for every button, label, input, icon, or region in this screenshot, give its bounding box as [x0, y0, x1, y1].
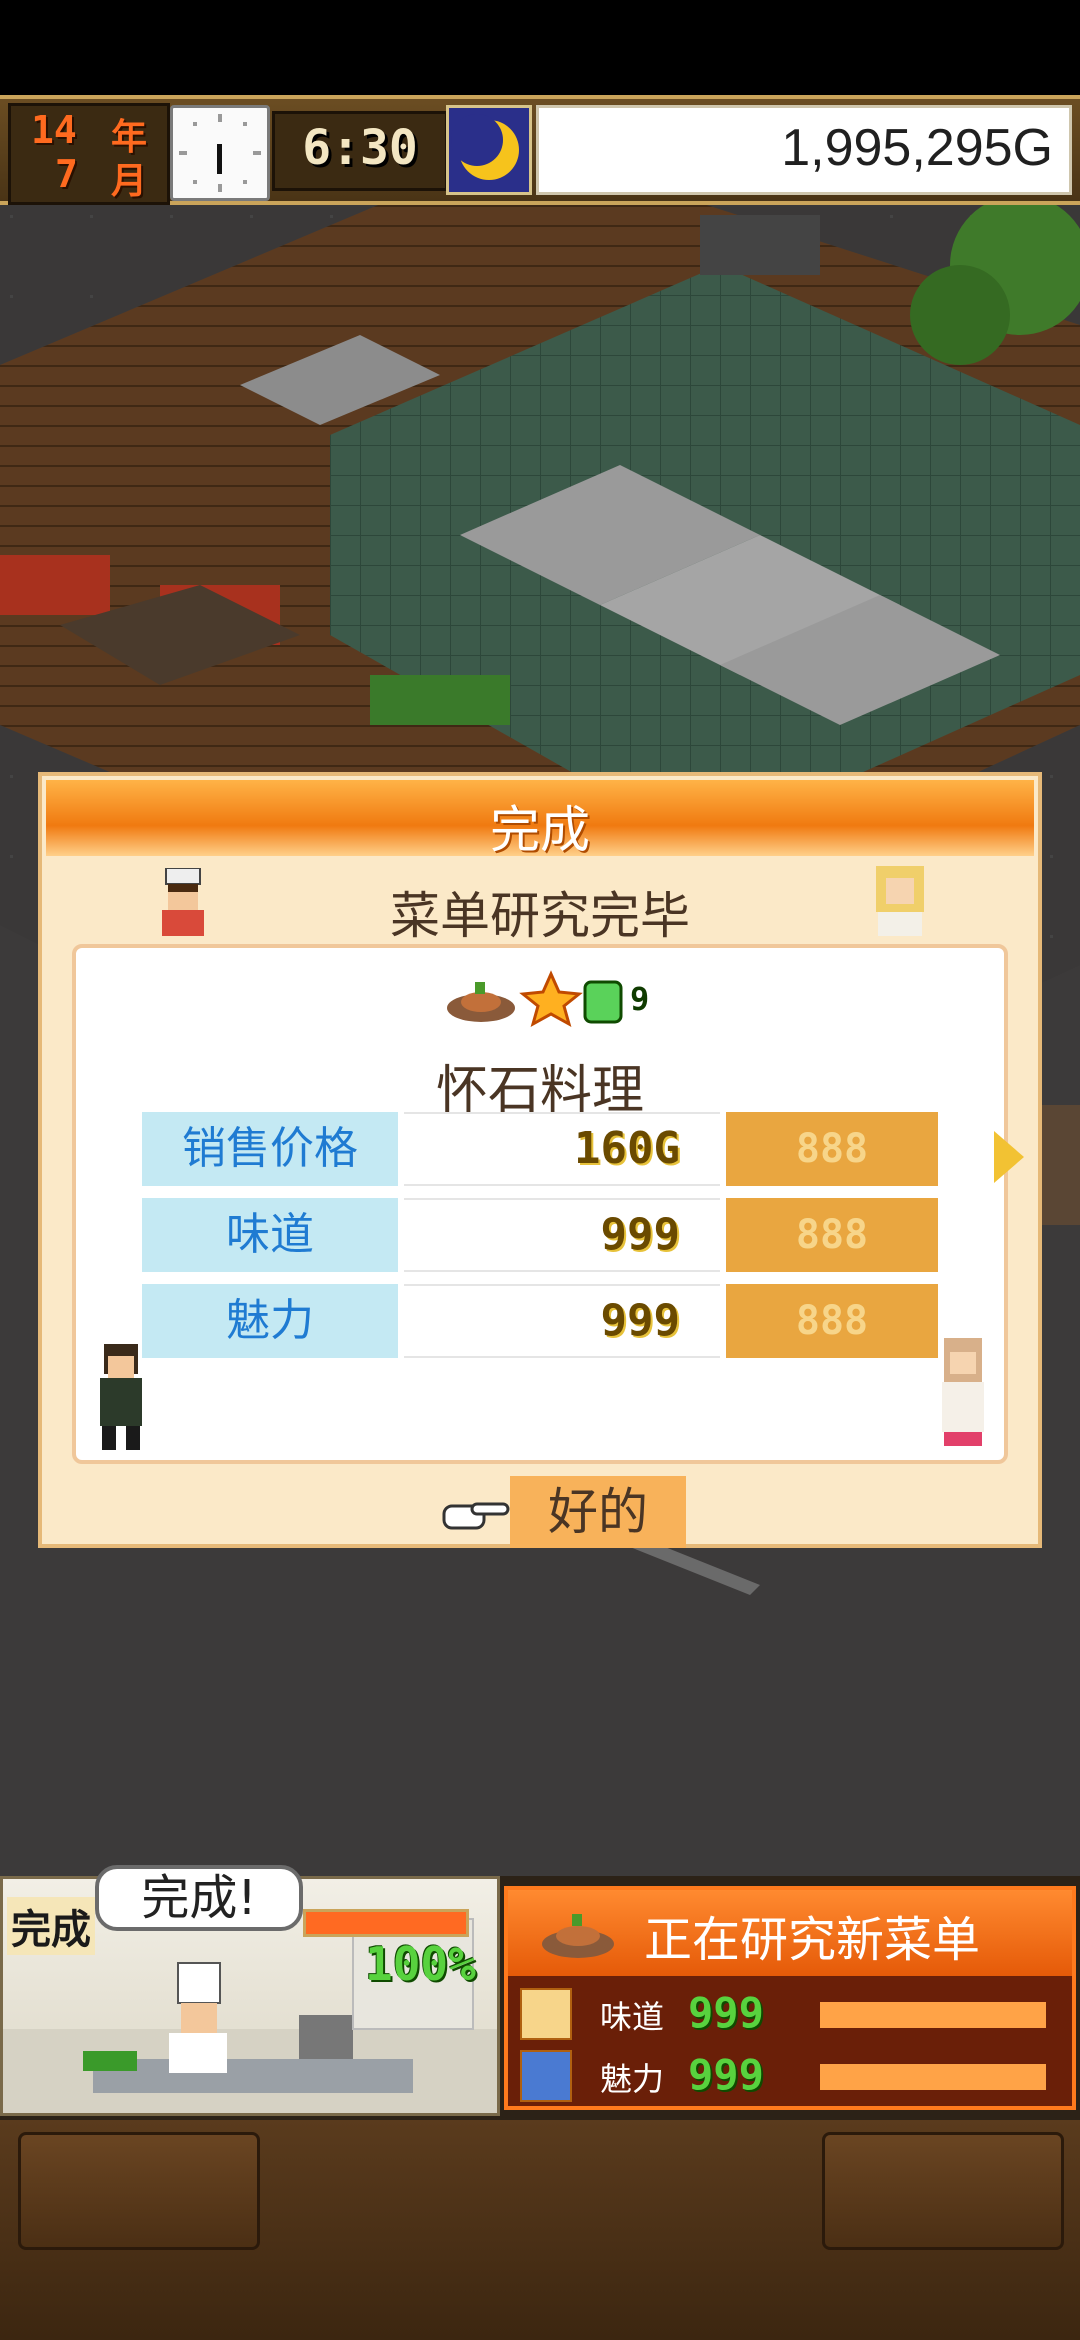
research-row-value: 999: [688, 1988, 764, 2037]
stat-row-taste: 味道 999 888: [142, 1198, 938, 1272]
month-number: 7: [55, 152, 78, 196]
research-title: 正在研究新菜单: [644, 1912, 981, 1968]
next-arrow-icon[interactable]: [994, 1131, 1024, 1183]
stat-value: 999: [404, 1284, 720, 1358]
research-row-charm: 魅力 999: [520, 2050, 1066, 2106]
stat-row-price: 销售价格 160G 888: [142, 1112, 938, 1186]
stat-bar: 888: [726, 1112, 938, 1186]
dish-rank-icons: [447, 970, 623, 1028]
research-row-bar: [820, 2064, 1046, 2090]
dish-icon: [447, 982, 515, 1022]
year-number: 14: [31, 108, 77, 152]
right-menu-button[interactable]: [822, 2132, 1064, 2250]
stat-value: 999: [404, 1198, 720, 1272]
charm-icon: [520, 2050, 572, 2102]
star-icon: [519, 970, 583, 1028]
rank-row: 9: [76, 968, 1004, 1028]
rank-number: 9: [630, 980, 650, 1018]
stat-label: 魅力: [142, 1284, 398, 1358]
dish-icon: [542, 1914, 614, 1958]
taste-icon: [520, 1988, 572, 2040]
stat-label: 味道: [142, 1198, 398, 1272]
stat-value: 160G: [404, 1112, 720, 1186]
research-row-label: 味道: [600, 1998, 665, 2036]
speech-bubble: 完成!: [95, 1865, 303, 1931]
customer-man-icon: [90, 1342, 152, 1454]
ok-button-label[interactable]: 好的: [510, 1476, 686, 1548]
progress-percent: 100%: [365, 1937, 476, 1991]
progress-bar: [303, 1909, 469, 1937]
stat-row-charm: 魅力 999 888: [142, 1284, 938, 1358]
clock-icon: [170, 105, 270, 201]
research-panel: 正在研究新菜单 味道 999 魅力 999: [504, 1886, 1076, 2110]
stat-bar: 888: [726, 1198, 938, 1272]
left-menu-button[interactable]: [18, 2132, 260, 2250]
month-unit: 月: [111, 161, 148, 202]
kitchen-view[interactable]: 完成 完成! 100%: [0, 1865, 500, 2116]
money-text: 1,995,295G: [781, 119, 1053, 177]
completion-dialog: 完成 菜单研究完毕 9 怀石料理 销售价格 160G 888 味道 999 88…: [38, 772, 1042, 1548]
dialog-title: 完成: [490, 801, 590, 859]
date-display: 14 年 7 月: [8, 103, 170, 205]
research-row-taste: 味道 999: [520, 1988, 1066, 2044]
blonde-avatar-icon: [866, 862, 934, 938]
ok-button[interactable]: 好的: [442, 1476, 686, 1548]
stat-label: 销售价格: [142, 1112, 398, 1186]
pointing-hand-icon: [442, 1490, 510, 1534]
customer-woman-icon: [932, 1336, 994, 1454]
dialog-header: 完成: [46, 780, 1034, 859]
money-display: 1,995,295G: [536, 105, 1072, 195]
time-text: 6:30: [302, 120, 418, 176]
research-header: 正在研究新菜单: [508, 1890, 1072, 1976]
stat-bar: 888: [726, 1284, 938, 1358]
result-panel: 9 怀石料理 销售价格 160G 888 味道 999 888 魅力 999 8…: [72, 944, 1008, 1464]
research-row-bar: [820, 2002, 1046, 2028]
bottom-panel: 完成 完成! 100% 正在研究新菜单 味道 999 魅力 999: [0, 1865, 1080, 2126]
footer-bar: [0, 2120, 1080, 2340]
research-row-label: 魅力: [600, 2060, 665, 2098]
research-row-value: 999: [688, 2050, 764, 2099]
status-bar: 14 年 7 月 6:30 1,995,295G: [0, 95, 1080, 205]
time-display: 6:30: [272, 111, 448, 191]
moon-icon: [446, 105, 532, 195]
kitchen-status-label: 完成: [7, 1897, 95, 1955]
